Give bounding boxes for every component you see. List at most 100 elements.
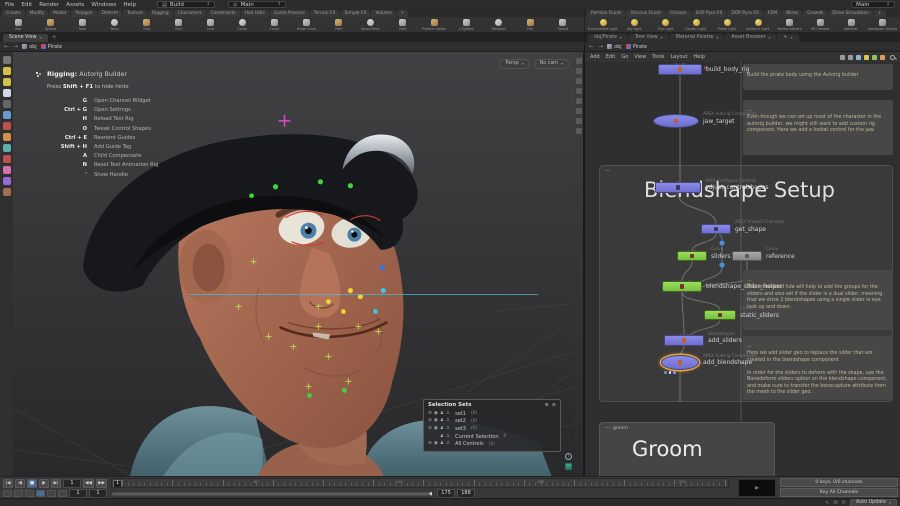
network-menu-item[interactable]: Layout [671,54,688,60]
shelf-tab[interactable]: + [397,10,409,17]
shelf-tab[interactable]: Volume [371,10,395,17]
network-menu-item[interactable]: Add [590,54,600,60]
snap-icon[interactable] [848,55,853,60]
color-palette-icon[interactable] [864,55,869,60]
network-menu-item[interactable]: Tools [652,54,664,60]
tool-icon[interactable] [3,166,11,174]
shelf-tab[interactable]: Create [2,10,25,17]
menu-item[interactable]: Assets [66,2,84,8]
select-members-icon[interactable]: ♟ [440,426,444,432]
keyframe-toggle[interactable] [58,490,67,497]
tool-icon[interactable] [3,144,11,152]
shelf-tab[interactable]: Crowds [803,10,827,17]
forward-icon[interactable]: → [598,43,603,50]
shelf-tool[interactable]: Metaball [483,17,514,32]
visibility-icon[interactable]: ◉ [434,441,438,447]
node-reference[interactable]: Curve reference [732,251,795,261]
shelf-tab[interactable]: Characters [174,10,206,17]
range-end-handle[interactable]: ◀ [428,491,432,497]
scene-viewport[interactable]: Rigging: Autorig Builder Press Shift + F… [0,52,585,476]
grid-icon[interactable] [872,55,877,60]
play-button[interactable]: ▶ [39,479,49,488]
tab-scene-view[interactable]: Scene View ▾ [3,34,48,42]
shelf-tab[interactable]: Model [49,10,70,17]
collapse-icon[interactable]: — [747,109,889,113]
selection-set-row[interactable]: ⊘ ◉ ♟ ♙ set2 (0) [428,418,556,426]
shelf-tab[interactable]: Terrain FX [310,10,340,17]
node-add-sliders[interactable]: Blendshapes add_sliders [664,335,742,346]
radial-menu-selector[interactable]: ◎ Main ↕ [228,1,286,8]
shelf-tab[interactable]: Simple FX [341,10,371,17]
tool-icon[interactable] [3,188,11,196]
selection-set-row[interactable]: ⊘ ◉ ♟ ♙ set3 (0) [428,425,556,433]
select-members-icon[interactable]: ♟ [440,411,444,417]
tool-icon[interactable] [3,67,11,75]
shelf-tool[interactable]: File [515,17,546,32]
prev-key-button[interactable]: ◀◀ [83,479,94,488]
forward-icon[interactable]: → [13,43,18,50]
jump-start-button[interactable]: |◀ [3,479,13,488]
message-icon[interactable]: ✉ [834,500,838,506]
shelf-tab[interactable]: Hair Utils [241,10,269,17]
visibility-icon[interactable]: ◉ [434,411,438,417]
tool-icon[interactable] [3,78,11,86]
visibility-icon[interactable]: ◉ [434,418,438,424]
key-all-channels-button[interactable]: Key All Channels [780,488,898,497]
shelf-tool[interactable]: Platonic Solids [419,17,450,32]
menu-item[interactable]: Edit [21,2,32,8]
tool-icon[interactable] [576,108,582,114]
shelf-tab[interactable]: Viscous Fluids [626,10,665,17]
secondary-desktop-selector[interactable]: Main ↕ [851,1,895,8]
shelf-tab[interactable]: Particle Fluids [587,10,625,17]
range-end-field[interactable]: 175 [437,489,455,498]
shelf-tool[interactable]: Stereo Camera [774,17,804,32]
network-menu-item[interactable]: Edit [606,54,616,60]
snap-grid-icon[interactable] [565,463,572,470]
network-menu-item[interactable]: View [634,54,646,60]
shelf-tool[interactable]: Torus [99,17,130,32]
shelf-tab[interactable]: Constraints [207,10,240,17]
node-sliders1[interactable]: Curve sliders1 [677,251,734,261]
timeline-ruler[interactable]: 60120180240 1 [111,478,729,488]
info-icon[interactable]: i [565,453,572,460]
select-members-icon[interactable]: ♟ [440,441,444,447]
shelf-tool[interactable]: VR Camera [805,17,835,32]
back-icon[interactable]: ← [589,43,594,50]
shelf-tab[interactable]: Deform [98,10,122,17]
tool-icon[interactable] [3,100,11,108]
pointer-status-icon[interactable]: ↖ [825,500,829,506]
shelf-tab[interactable]: Rigging [148,10,173,17]
stop-button[interactable]: ■ [27,479,37,488]
tool-icon[interactable] [3,177,11,185]
tool-icon[interactable] [3,89,11,97]
shelf-tool[interactable]: Sky Light [619,17,649,32]
mute-icon[interactable]: ⊘ [428,441,432,447]
search-icon[interactable] [890,55,895,60]
shelf-tool[interactable]: Gamepad Camera [867,17,897,32]
desktop-selector[interactable]: ▤ Build ↕ [157,1,215,8]
tool-icon[interactable] [3,122,11,130]
next-key-button[interactable]: ▶▶ [96,479,107,488]
pin-icon[interactable]: ⊕ [545,402,549,408]
shelf-tab[interactable]: Wires [782,10,802,17]
sticky-note[interactable]: —Even though we can set up most of the c… [743,100,893,155]
shelf-tool[interactable]: Draw Curve [291,17,322,32]
tool-icon[interactable] [3,56,11,64]
organize-icon[interactable] [880,55,885,60]
network-dot[interactable] [719,240,724,245]
menu-item[interactable]: Render [39,2,59,8]
refresh-icon[interactable]: ↻ [842,500,846,506]
shelf-tool[interactable]: Portal Light [712,17,742,32]
node-add-blendshape[interactable]: APEX Autorig Component add_blendshape [661,355,752,370]
sim-toggle[interactable] [47,490,56,497]
shelf-tool[interactable]: Sphere [35,17,66,32]
back-icon[interactable]: ← [4,43,9,50]
shelf-tab[interactable]: + [874,10,886,17]
node-get-shape[interactable]: APEX Unpack Character get_shape [701,224,766,234]
isolate-icon[interactable]: ♙ [446,411,450,417]
sticky-note[interactable]: —This embedded hda will help to add the … [743,270,893,330]
pointer-icon[interactable] [840,55,845,60]
isolate-icon[interactable]: ♙ [446,418,450,424]
breadcrumb-pirate[interactable]: Pirate [626,44,647,50]
shelf-tab[interactable]: SOP Pyro FX [692,10,727,17]
